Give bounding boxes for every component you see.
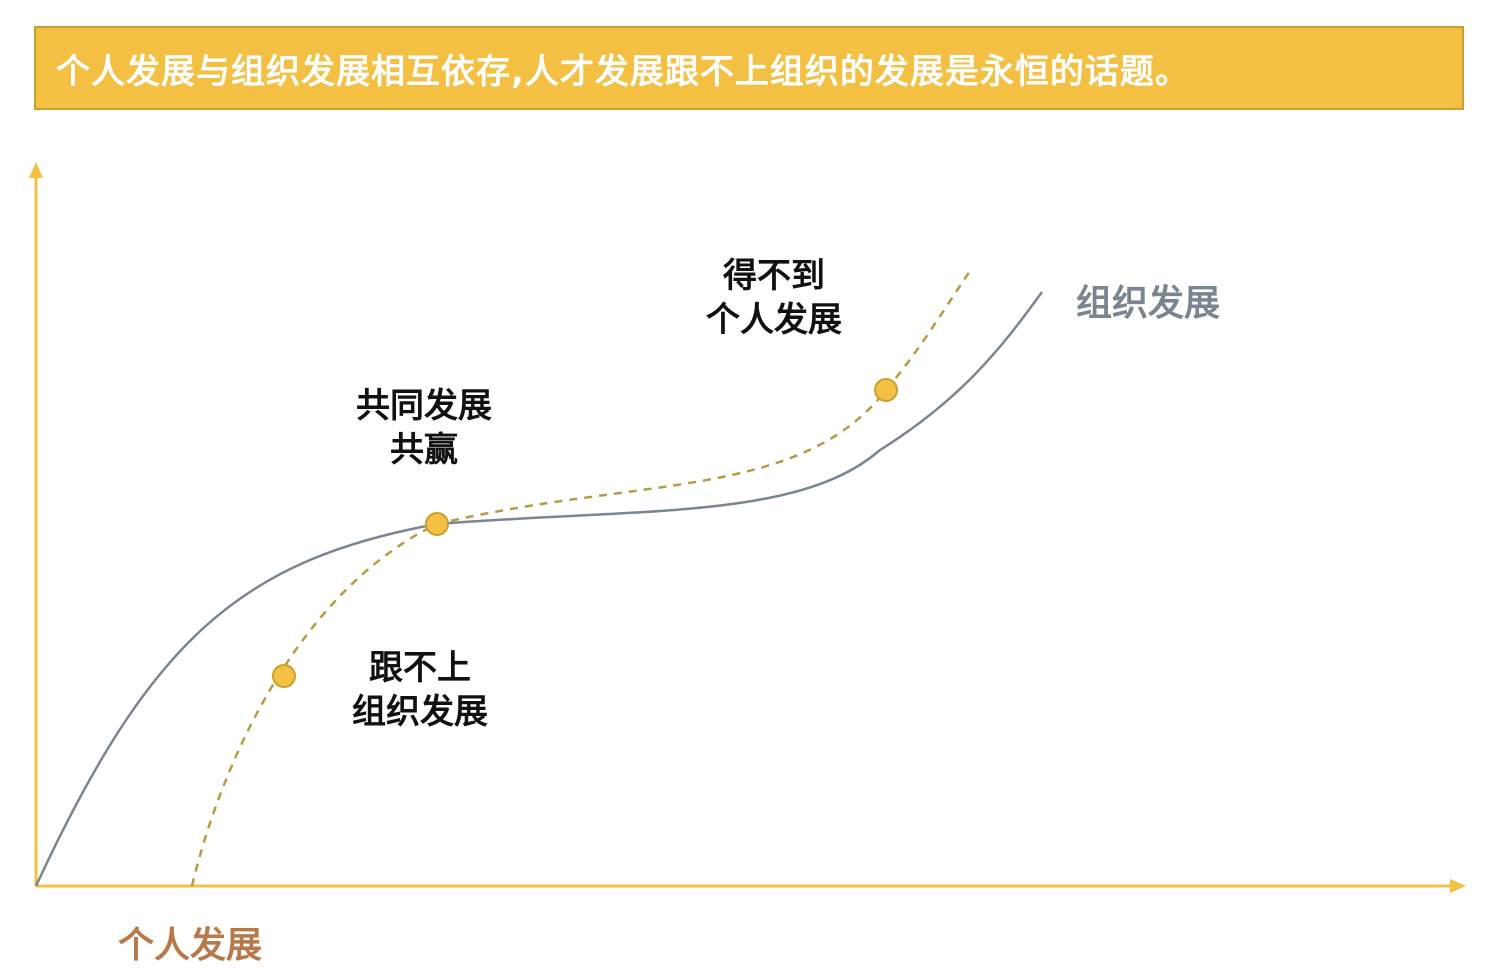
win-win-annotation: 共同发展 共赢 [356,384,492,472]
individual-curve-label: 个人发展 [118,925,263,966]
not-enough-line2: 个人发展 [706,300,842,340]
win-win-line1: 共同发展 [356,386,492,426]
not-enough-marker [874,378,898,402]
organization-curve-label: 组织发展 [1076,283,1221,324]
not-enough-line1: 得不到 [723,256,825,296]
development-diagram [29,162,1466,893]
y-axis-arrow-icon [29,162,43,178]
not-enough-annotation: 得不到 个人发展 [706,254,842,342]
individual-curve [190,267,974,887]
lagging-line2: 组织发展 [352,692,488,732]
win-win-line2: 共赢 [390,430,458,470]
lagging-line1: 跟不上 [369,648,471,688]
x-axis-arrow-icon [1450,879,1466,893]
lagging-marker [272,664,296,688]
win-win-marker [425,512,449,536]
lagging-annotation: 跟不上 组织发展 [352,646,488,734]
